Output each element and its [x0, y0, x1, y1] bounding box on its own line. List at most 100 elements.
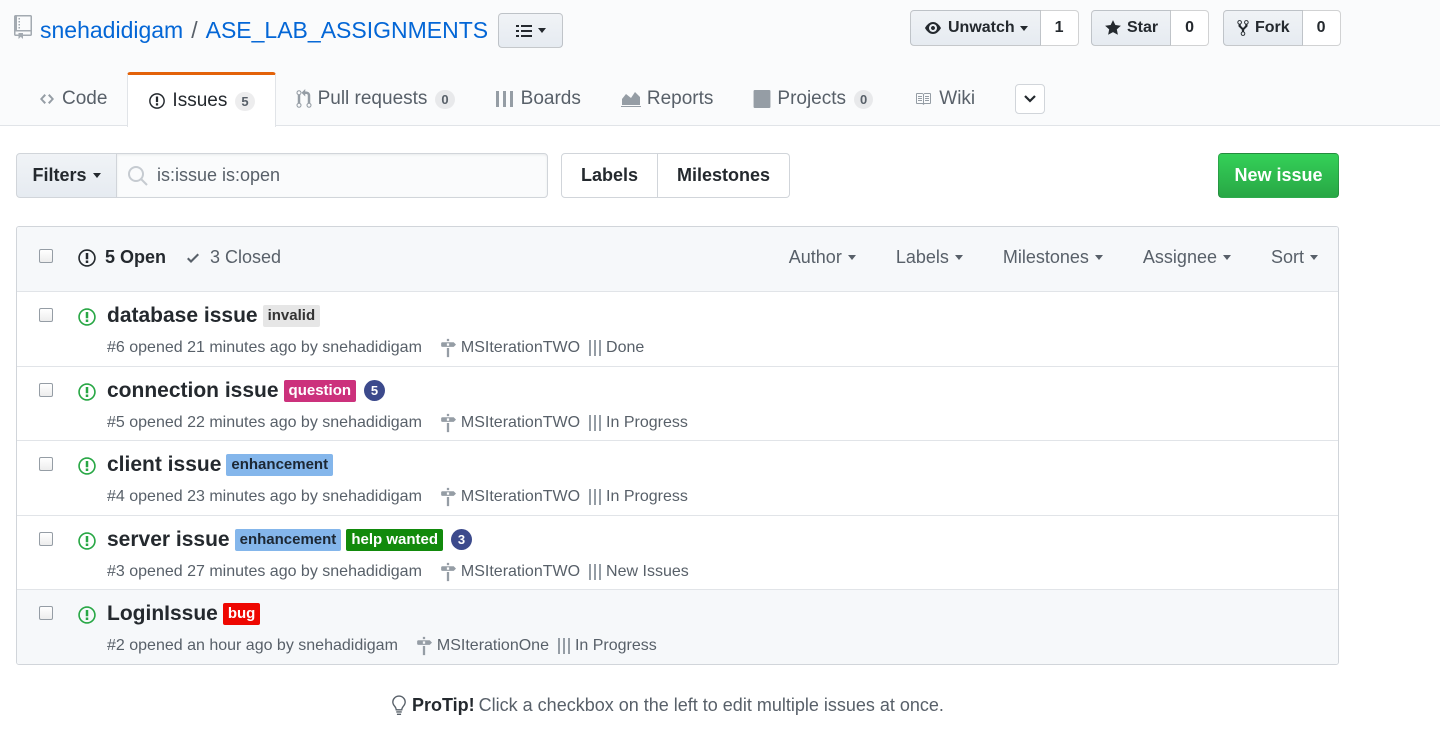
issue-project-column[interactable]: In Progress — [588, 488, 688, 506]
milestones-button[interactable]: Milestones — [658, 153, 791, 198]
issue-rows: database issue invalid #6 opened 21 minute… — [17, 292, 1338, 664]
issue-checkbox[interactable] — [39, 457, 53, 471]
comment-count-badge[interactable]: 3 — [451, 529, 472, 550]
open-state-indicator — [77, 456, 97, 481]
tab-reports[interactable]: Reports — [601, 72, 734, 126]
tab-wiki[interactable]: Wiki — [893, 72, 995, 126]
issue-opened-info: #2 opened an hour ago by snehadidigam — [107, 637, 398, 654]
labels-milestones-nav: Labels Milestones — [561, 153, 791, 198]
repo-menu-button[interactable] — [498, 13, 563, 48]
issue-project-column[interactable]: In Progress — [588, 414, 688, 432]
comment-count-badge[interactable]: 5 — [364, 380, 386, 401]
project-column-name: In Progress — [606, 488, 688, 505]
issue-project-column[interactable]: New Issues — [588, 563, 689, 581]
stargazers-count[interactable]: 0 — [1171, 10, 1210, 46]
tab-issues[interactable]: Issues 5 — [127, 72, 276, 127]
tab-pull-requests[interactable]: Pull requests 0 — [276, 72, 475, 126]
issue-label[interactable]: question — [283, 379, 357, 402]
milestone-icon — [441, 413, 456, 432]
issue-title-line: client issue enhancement — [107, 453, 334, 477]
closed-count-label: 3 Closed — [210, 247, 282, 267]
milestones-filter[interactable]: Milestones — [1003, 247, 1103, 268]
milestone-icon — [441, 338, 456, 358]
watchers-count[interactable]: 1 — [1040, 10, 1079, 46]
fork-button[interactable]: Fork — [1223, 10, 1303, 46]
star-label: Star — [1127, 19, 1159, 36]
project-column-name: Done — [606, 339, 645, 356]
labels-filter[interactable]: Labels — [896, 247, 963, 268]
issue-checkbox[interactable] — [39, 531, 53, 546]
chevron-down-icon — [847, 255, 856, 260]
issue-title-link[interactable]: server issue — [107, 528, 230, 552]
repo-path-separator: / — [191, 16, 198, 43]
protip: ProTip! Click a checkbox on the left to … — [390, 694, 944, 716]
closed-issues-link[interactable]: 3 Closed — [184, 247, 281, 268]
repo-owner-link[interactable]: snehadidigam — [40, 17, 183, 44]
more-tabs-button[interactable] — [1015, 84, 1045, 114]
issue-label[interactable]: invalid — [262, 305, 321, 327]
issue-meta: #5 opened 22 minutes ago by snehadidigam… — [107, 413, 688, 433]
issue-opened-icon — [78, 531, 96, 550]
issue-checkbox[interactable] — [39, 606, 53, 620]
issue-milestone-link[interactable]: MSIterationTWO — [440, 413, 580, 433]
filters-dropdown[interactable]: Filters — [16, 153, 117, 198]
graph-icon — [620, 92, 641, 107]
issue-row: server issue enhancement help wanted 3 #3 op… — [17, 515, 1338, 590]
issue-checkbox[interactable] — [39, 308, 53, 322]
issue-label[interactable]: enhancement — [226, 454, 334, 476]
issue-project-column[interactable]: In Progress — [557, 637, 657, 655]
labels-button[interactable]: Labels — [561, 153, 659, 198]
search-input[interactable] — [157, 165, 537, 186]
issue-opened-info: #4 opened 23 minutes ago by snehadidigam — [107, 488, 422, 505]
star-button[interactable]: Star — [1091, 10, 1172, 46]
issue-label[interactable]: enhancement — [234, 528, 342, 551]
issue-title-link[interactable]: connection issue — [107, 379, 279, 403]
unwatch-label: Unwatch — [948, 19, 1015, 36]
chevron-down-icon — [1019, 25, 1028, 31]
project-column-name: In Progress — [574, 637, 657, 654]
filter-label: Labels — [895, 247, 949, 267]
issue-label[interactable]: help wanted — [346, 528, 443, 551]
issue-opened-icon — [78, 308, 96, 326]
issue-milestone-link[interactable]: MSIterationTWO — [440, 487, 580, 507]
issue-title-link[interactable]: client issue — [107, 453, 221, 477]
issue-row: connection issue question 5 #5 opened 22 mi… — [17, 366, 1338, 441]
tab-label: Wiki — [939, 88, 976, 109]
tab-label: Boards — [520, 88, 581, 109]
forks-count[interactable]: 0 — [1302, 10, 1341, 46]
milestone-name: MSIterationTWO — [460, 562, 581, 580]
issue-checkbox[interactable] — [39, 382, 53, 397]
author-filter[interactable]: Author — [789, 247, 856, 268]
select-all-checkbox[interactable] — [39, 249, 53, 263]
git-pull-request-icon — [296, 89, 312, 108]
issue-opened-info: #3 opened 27 minutes ago by snehadidigam — [107, 562, 422, 580]
issue-milestone-link[interactable]: MSIterationOne — [416, 636, 549, 656]
issue-milestone-link[interactable]: MSIterationTWO — [440, 338, 580, 358]
tab-boards[interactable]: Boards — [475, 72, 601, 126]
issue-title-link[interactable]: database issue — [107, 304, 258, 328]
issue-label[interactable]: bug — [222, 603, 261, 625]
filter-label: Sort — [1270, 247, 1304, 267]
issue-meta: #6 opened 21 minutes ago by snehadidigam… — [107, 338, 644, 358]
issue-title-link[interactable]: LoginIssue — [107, 602, 218, 626]
tab-code[interactable]: Code — [18, 72, 127, 126]
assignee-filter[interactable]: Assignee — [1143, 247, 1231, 268]
open-issues-link[interactable]: 5 Open — [77, 247, 166, 268]
unwatch-button[interactable]: Unwatch — [910, 10, 1041, 46]
sort-filter[interactable]: Sort — [1271, 247, 1318, 268]
chevron-down-icon — [1310, 255, 1318, 260]
book-icon — [916, 93, 932, 105]
issue-meta: #4 opened 23 minutes ago by snehadidigam… — [107, 487, 688, 507]
repo-name-link[interactable]: ASE_LAB_ASSIGNMENTS — [206, 17, 489, 44]
repo-title: snehadidigam / ASE_LAB_ASSIGNMENTS — [14, 14, 488, 46]
tab-projects[interactable]: Projects 0 — [733, 72, 893, 126]
issue-project-column[interactable]: Done — [588, 339, 644, 357]
issues-counter: 5 — [235, 91, 255, 111]
project-column-icon — [557, 638, 570, 654]
issue-milestone-link[interactable]: MSIterationTWO — [440, 562, 580, 582]
new-issue-button[interactable]: New issue — [1218, 153, 1339, 198]
tab-label: Reports — [646, 88, 714, 109]
tab-label: Pull requests — [317, 88, 428, 109]
pull-requests-counter: 0 — [435, 89, 455, 109]
tab-label: Projects — [777, 88, 847, 109]
